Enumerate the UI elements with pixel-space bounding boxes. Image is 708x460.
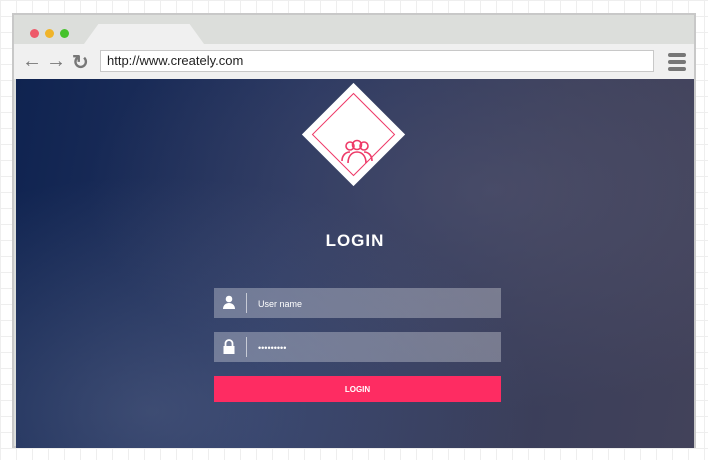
forward-arrow-icon[interactable]: → bbox=[46, 50, 66, 73]
lock-icon bbox=[223, 339, 235, 354]
username-input[interactable] bbox=[256, 288, 490, 320]
reload-icon[interactable]: ↻ bbox=[72, 50, 89, 75]
close-window-dot[interactable] bbox=[30, 29, 39, 38]
browser-tab[interactable] bbox=[84, 24, 204, 44]
logo-diamond bbox=[301, 82, 406, 187]
users-icon bbox=[341, 139, 373, 164]
page-content: LOGIN LOGIN bbox=[16, 79, 694, 448]
user-icon bbox=[223, 295, 235, 309]
browser-toolbar: ← → ↻ http://www.creately.com bbox=[14, 44, 694, 79]
hamburger-menu-icon[interactable] bbox=[668, 53, 686, 74]
back-arrow-icon[interactable]: ← bbox=[22, 50, 42, 73]
login-title: LOGIN bbox=[325, 231, 385, 250]
browser-window: ← → ↻ http://www.creately.com LOGIN LOGI… bbox=[12, 13, 696, 448]
password-input[interactable] bbox=[256, 332, 490, 364]
minimize-window-dot[interactable] bbox=[45, 29, 54, 38]
login-button[interactable]: LOGIN bbox=[214, 376, 501, 402]
address-bar[interactable]: http://www.creately.com bbox=[100, 50, 654, 72]
password-field[interactable] bbox=[214, 332, 501, 364]
username-field[interactable] bbox=[214, 288, 501, 320]
maximize-window-dot[interactable] bbox=[60, 29, 69, 38]
